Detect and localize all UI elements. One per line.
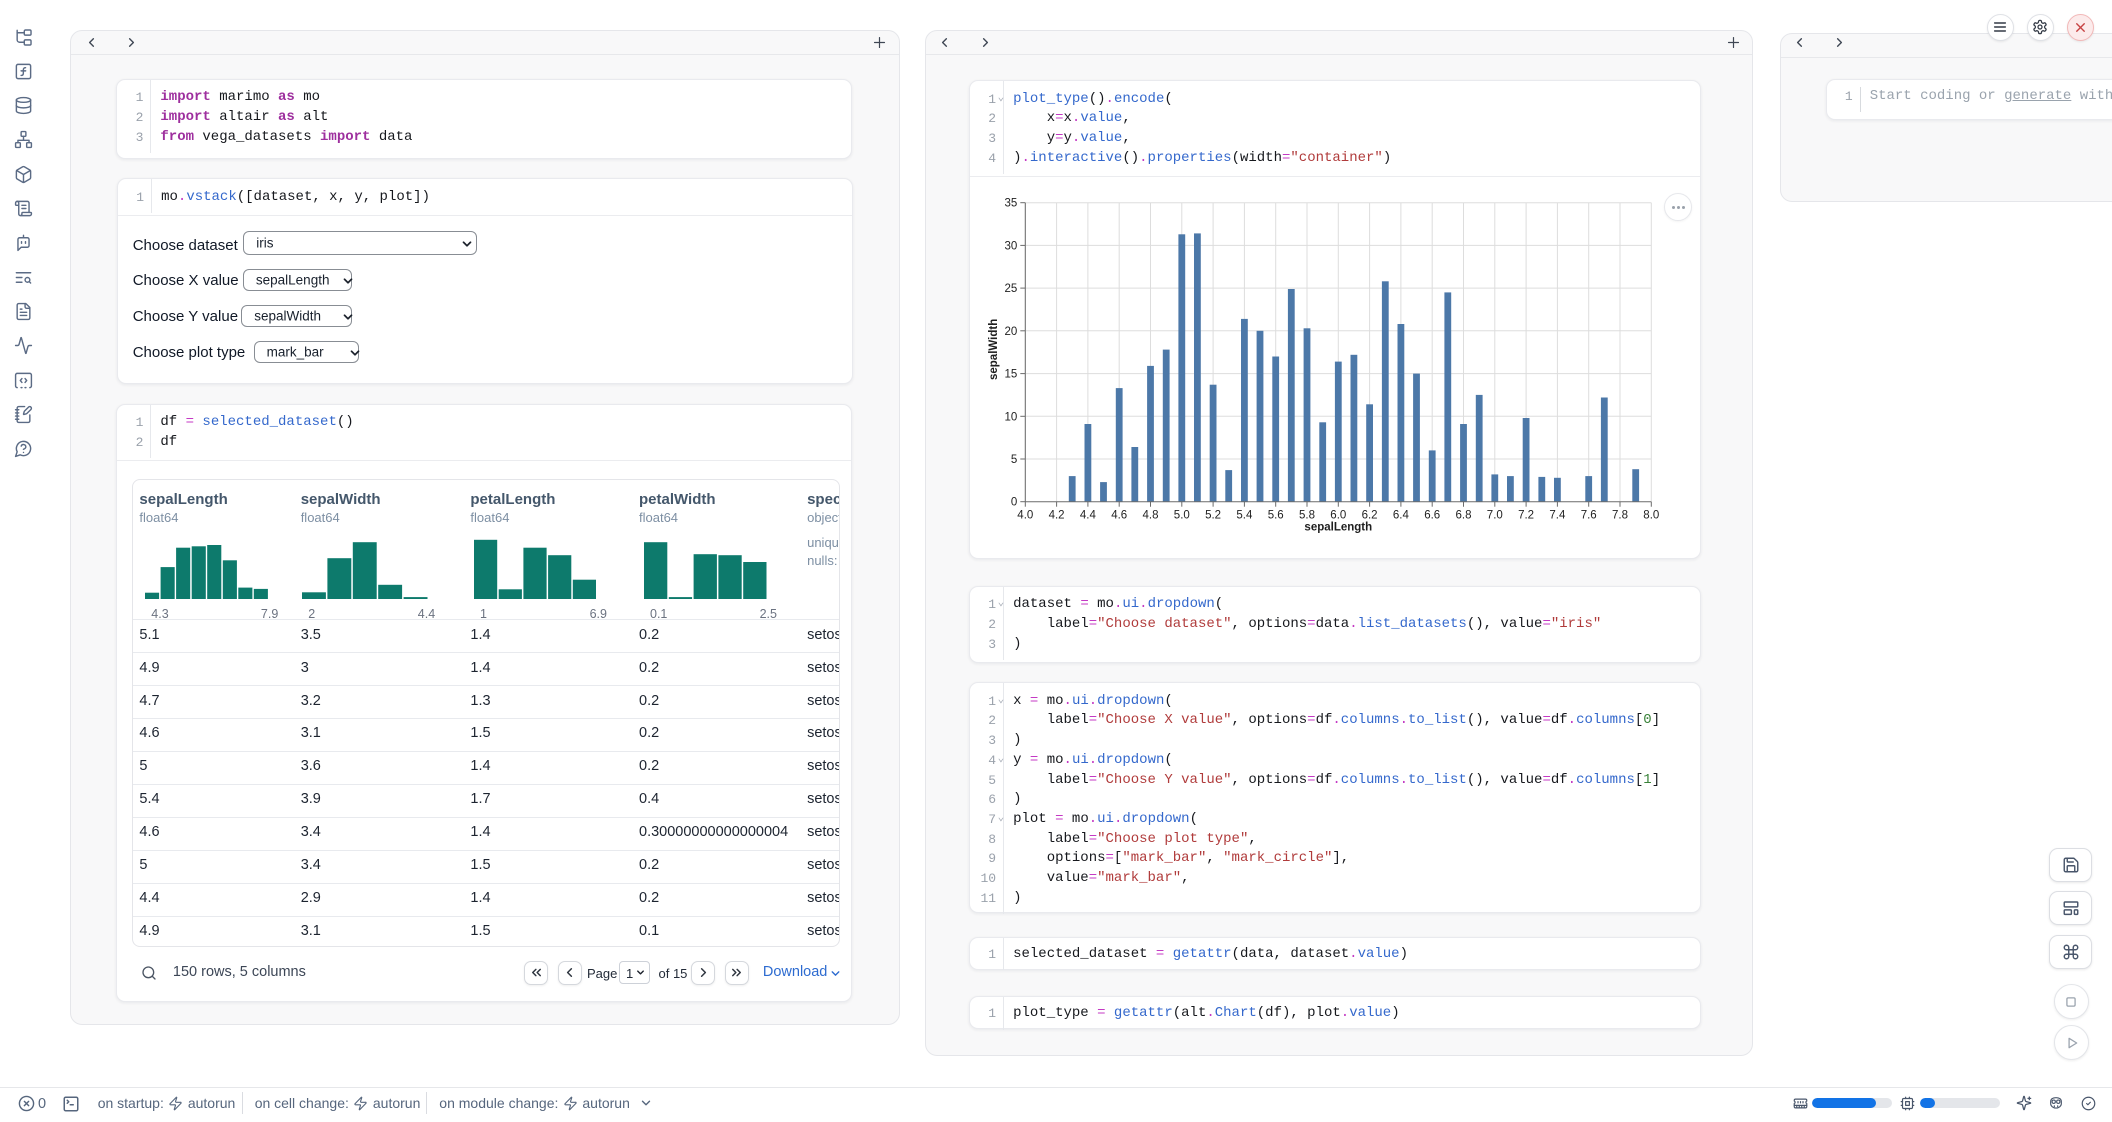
svg-text:30: 30 bbox=[1005, 240, 1018, 252]
svg-text:0: 0 bbox=[1011, 497, 1017, 509]
svg-text:4.8: 4.8 bbox=[1143, 510, 1159, 522]
svg-text:6.4: 6.4 bbox=[1393, 510, 1410, 522]
svg-text:25: 25 bbox=[1005, 283, 1018, 295]
svg-text:5.8: 5.8 bbox=[1299, 510, 1315, 522]
svg-text:5.2: 5.2 bbox=[1205, 510, 1221, 522]
svg-text:7.6: 7.6 bbox=[1581, 510, 1597, 522]
svg-text:sepalLength: sepalLength bbox=[1304, 522, 1372, 534]
svg-text:sepalWidth: sepalWidth bbox=[988, 319, 1000, 380]
svg-text:4.2: 4.2 bbox=[1049, 510, 1065, 522]
svg-text:4.0: 4.0 bbox=[1017, 510, 1033, 522]
svg-text:7.8: 7.8 bbox=[1612, 510, 1628, 522]
svg-text:8.0: 8.0 bbox=[1643, 510, 1659, 522]
svg-text:7.2: 7.2 bbox=[1518, 510, 1534, 522]
svg-text:20: 20 bbox=[1005, 326, 1018, 338]
svg-text:6.0: 6.0 bbox=[1330, 510, 1346, 522]
svg-text:35: 35 bbox=[1005, 198, 1018, 210]
svg-text:7.0: 7.0 bbox=[1487, 510, 1503, 522]
svg-text:6.6: 6.6 bbox=[1424, 510, 1440, 522]
svg-text:5.6: 5.6 bbox=[1268, 510, 1284, 522]
svg-text:6.2: 6.2 bbox=[1362, 510, 1378, 522]
svg-text:15: 15 bbox=[1005, 369, 1018, 381]
svg-text:10: 10 bbox=[1005, 411, 1018, 423]
svg-text:7.4: 7.4 bbox=[1549, 510, 1566, 522]
svg-text:6.8: 6.8 bbox=[1456, 510, 1472, 522]
svg-text:5: 5 bbox=[1011, 454, 1017, 466]
svg-text:4.4: 4.4 bbox=[1080, 510, 1097, 522]
svg-text:5.4: 5.4 bbox=[1236, 510, 1253, 522]
svg-text:5.0: 5.0 bbox=[1174, 510, 1190, 522]
svg-text:4.6: 4.6 bbox=[1111, 510, 1127, 522]
